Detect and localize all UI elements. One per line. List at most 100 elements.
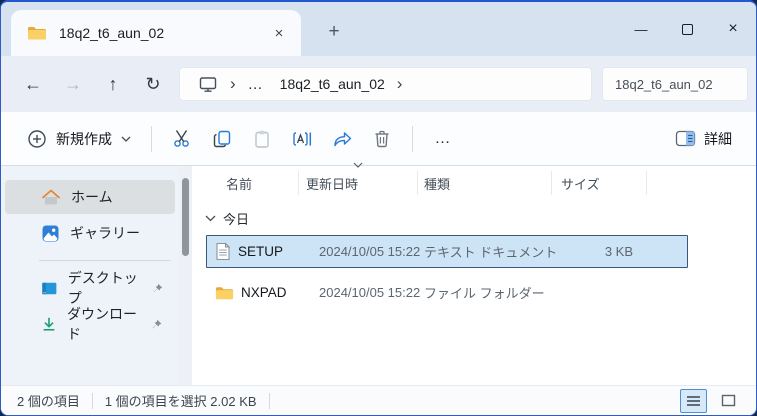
copy-button[interactable] — [202, 120, 242, 158]
breadcrumb-chevron-icon[interactable]: › — [226, 74, 240, 94]
sidebar-scrollbar[interactable] — [179, 166, 192, 385]
rename-icon — [293, 131, 312, 146]
trash-icon — [375, 130, 389, 147]
large-icons-view-icon — [721, 394, 736, 407]
folder-icon — [215, 286, 234, 299]
file-rows: SETUP 2024/10/05 15:22 テキスト ドキュメント 3 KB … — [192, 235, 756, 309]
back-button[interactable]: ← — [13, 66, 53, 102]
explorer-tab[interactable]: 18q2_t6_aun_02 × — [11, 10, 301, 56]
file-name: NXPAD — [241, 285, 287, 300]
new-item-button[interactable]: 新規作成 — [17, 120, 141, 158]
file-row-nxpad[interactable]: NXPAD 2024/10/05 15:22 ファイル フォルダー — [206, 276, 688, 309]
large-icons-view-button[interactable] — [715, 389, 742, 413]
refresh-button[interactable]: ↻ — [133, 66, 173, 102]
up-icon: ↑ — [108, 73, 118, 94]
scissors-icon — [173, 130, 189, 147]
more-options-button[interactable]: … — [423, 120, 463, 158]
sidebar-item-downloads[interactable]: ダウンロード — [5, 306, 175, 342]
details-pane-icon — [675, 130, 696, 147]
group-header-today[interactable]: 今日 — [192, 209, 756, 228]
tab-title: 18q2_t6_aun_02 — [59, 25, 165, 41]
file-modified: 2024/10/05 15:22 — [319, 244, 421, 259]
selection-info: 1 個の項目を選択 2.02 KB — [104, 394, 257, 409]
sidebar-item-gallery[interactable]: ギャラリー — [5, 216, 175, 250]
status-divider — [268, 392, 270, 409]
search-input[interactable] — [602, 67, 748, 101]
column-headers: 名前 更新日時 種類 サイズ — [192, 162, 756, 200]
sidebar-item-desktop[interactable]: デスクトップ — [5, 270, 175, 306]
close-icon: × — [728, 20, 738, 37]
file-name: SETUP — [238, 244, 284, 259]
file-size: 3 KB — [604, 244, 633, 259]
file-modified: 2024/10/05 15:22 — [319, 285, 421, 300]
up-button[interactable]: ↑ — [93, 66, 133, 102]
file-explorer-window: 18q2_t6_aun_02 × + — × ← → ↑ ↻ › … 18q2_… — [0, 0, 757, 416]
toolbar-divider — [151, 125, 152, 152]
breadcrumb-chevron-icon[interactable]: › — [393, 74, 407, 94]
file-type: テキスト ドキュメント — [424, 245, 558, 260]
plus-circle-icon — [28, 129, 46, 148]
status-bar: 2 個の項目 1 個の項目を選択 2.02 KB — [1, 385, 756, 415]
sidebar-item-label: ギャラリー — [70, 225, 140, 241]
text-document-icon — [216, 242, 231, 261]
sidebar-divider — [39, 260, 171, 261]
home-icon — [42, 189, 60, 205]
status-divider — [91, 392, 93, 409]
details-label: 詳細 — [704, 130, 732, 147]
address-bar: ← → ↑ ↻ › … 18q2_t6_aun_02 › — [1, 56, 756, 112]
sort-descending-icon — [353, 162, 363, 168]
download-icon — [43, 317, 55, 331]
monitor-icon — [199, 76, 217, 92]
forward-icon: → — [64, 73, 82, 94]
refresh-icon: ↻ — [145, 73, 161, 94]
gallery-icon — [42, 225, 59, 241]
share-icon — [333, 131, 351, 146]
new-item-label: 新規作成 — [56, 130, 112, 147]
sidebar-item-label: ダウンロード — [66, 306, 137, 342]
chevron-down-icon — [205, 215, 216, 222]
paste-button[interactable] — [242, 120, 282, 158]
breadcrumb-folder[interactable]: 18q2_t6_aun_02 — [272, 70, 393, 98]
close-button[interactable]: × — [710, 2, 756, 56]
toolbar-divider — [412, 125, 413, 152]
content-area: ホーム ギャラリー デスクトップ ダウンロード 名前 更新日時 種類 サイズ 今… — [1, 162, 756, 385]
pin-icon — [153, 283, 162, 292]
view-toggle-group — [680, 388, 742, 413]
command-bar: 新規作成 … 詳細 — [1, 112, 756, 166]
scrollbar-thumb[interactable] — [182, 178, 189, 256]
forward-button[interactable]: → — [53, 66, 93, 102]
delete-button[interactable] — [362, 120, 402, 158]
copy-icon — [213, 130, 231, 147]
rename-button[interactable] — [282, 120, 322, 158]
new-tab-button[interactable]: + — [315, 15, 353, 49]
column-header-modified[interactable]: 更新日時 — [299, 162, 418, 195]
desktop-icon — [42, 282, 57, 294]
column-header-size[interactable]: サイズ — [552, 171, 647, 195]
details-view-icon — [687, 395, 700, 406]
file-row-setup[interactable]: SETUP 2024/10/05 15:22 テキスト ドキュメント 3 KB — [206, 235, 688, 268]
breadcrumb-ellipsis[interactable]: … — [240, 70, 272, 98]
tab-close-button[interactable]: × — [265, 19, 293, 47]
chevron-down-icon — [121, 136, 131, 142]
window-controls: — × — [618, 2, 756, 56]
view-details-pane-button[interactable]: 詳細 — [667, 120, 740, 158]
share-button[interactable] — [322, 120, 362, 158]
sidebar-item-label: デスクトップ — [67, 270, 138, 306]
navigation-pane: ホーム ギャラリー デスクトップ ダウンロード — [1, 166, 179, 385]
sidebar-item-home[interactable]: ホーム — [5, 180, 175, 214]
column-header-type[interactable]: 種類 — [418, 171, 552, 195]
item-count: 2 個の項目 — [17, 394, 80, 409]
minimize-icon: — — [634, 21, 648, 37]
maximize-icon — [681, 23, 693, 35]
details-view-button[interactable] — [680, 388, 707, 413]
sidebar-item-label: ホーム — [71, 189, 113, 205]
cut-button[interactable] — [162, 120, 202, 158]
pin-icon — [153, 319, 162, 328]
this-pc-crumb[interactable] — [190, 70, 226, 98]
file-list-pane: 名前 更新日時 種類 サイズ 今日 SETUP 2024/10/05 15:22… — [192, 162, 756, 385]
clipboard-icon — [255, 130, 269, 148]
minimize-button[interactable]: — — [618, 2, 664, 56]
maximize-button[interactable] — [664, 2, 710, 56]
column-header-name[interactable]: 名前 — [192, 171, 299, 195]
breadcrumb[interactable]: › … 18q2_t6_aun_02 › — [179, 67, 592, 101]
